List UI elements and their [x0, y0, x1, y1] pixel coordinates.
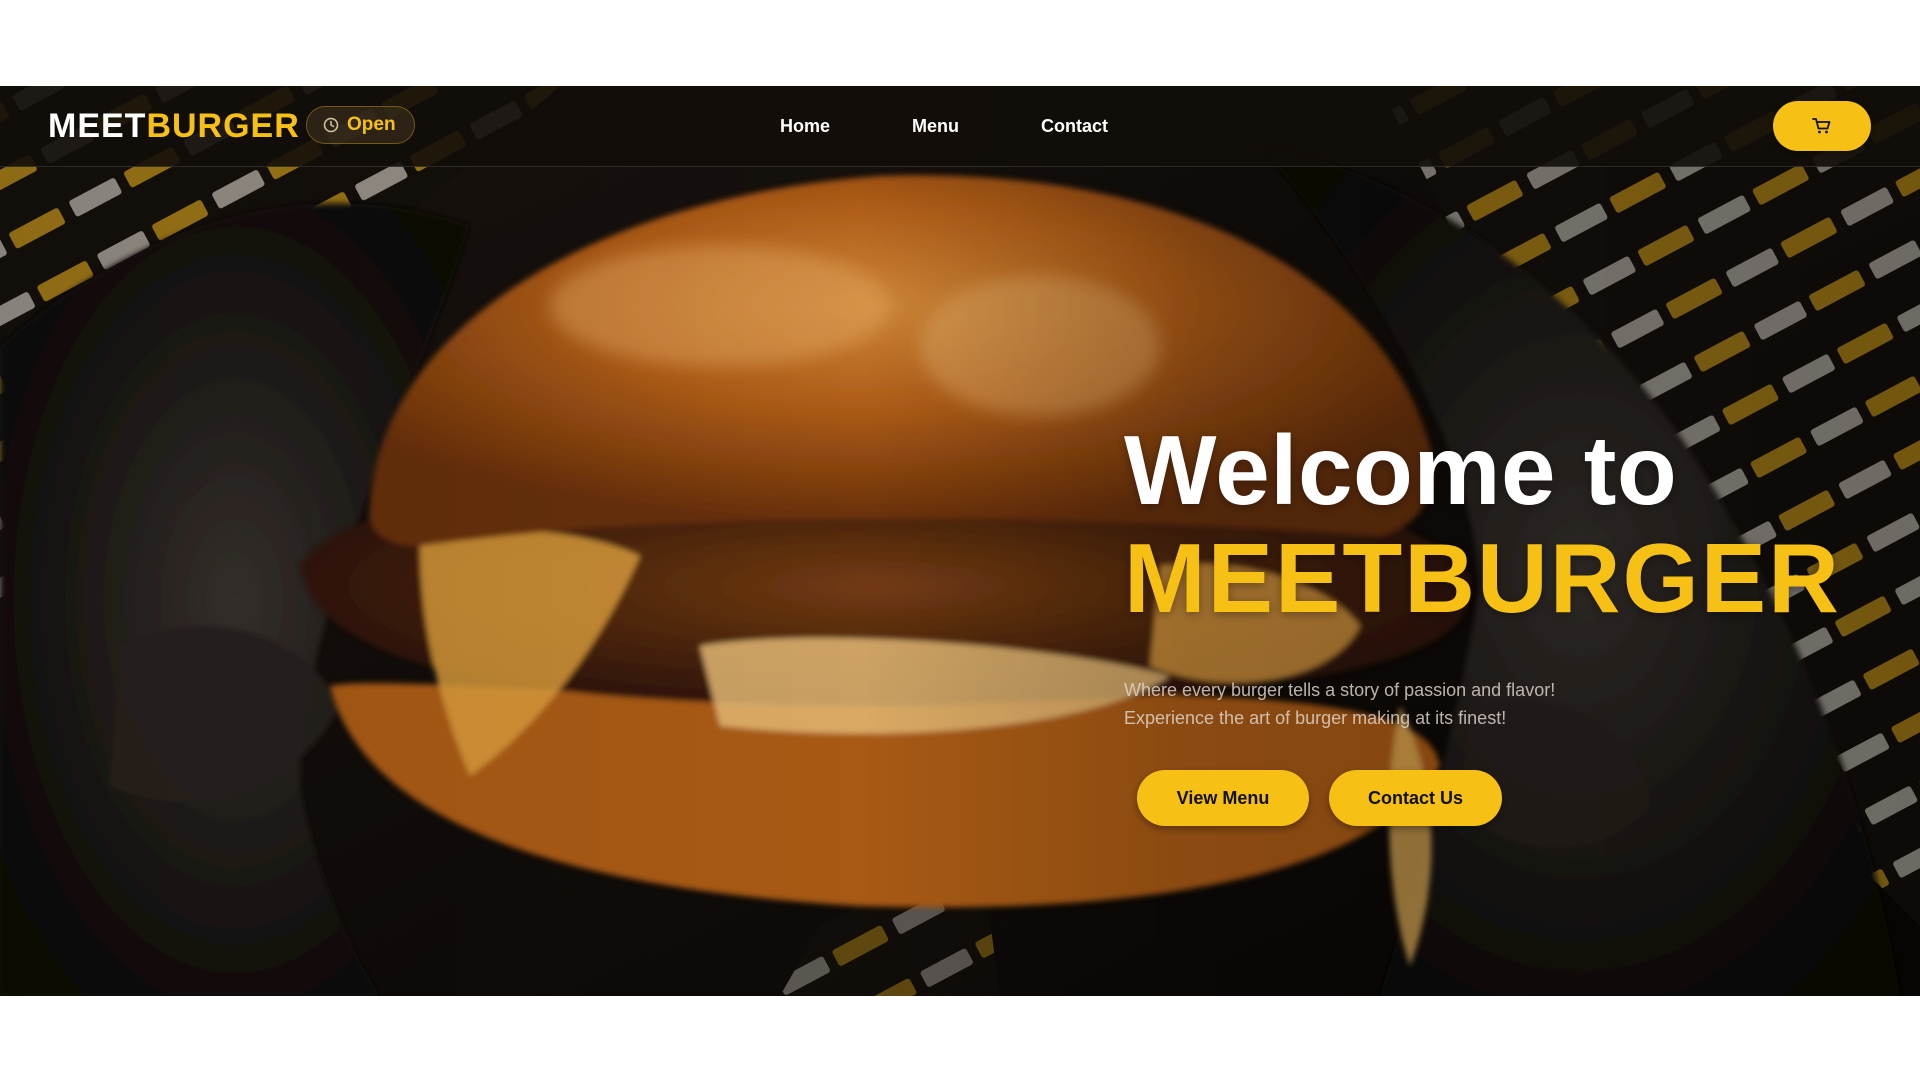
- cart-button[interactable]: [1773, 101, 1871, 151]
- nav-menu-link[interactable]: Menu: [912, 116, 959, 137]
- logo-text-burger: BURGER: [146, 107, 300, 145]
- hero-content: Welcome to MEETBURGER Where every burger…: [1124, 416, 1841, 826]
- view-menu-button[interactable]: View Menu: [1137, 770, 1309, 826]
- hero-brand-title: MEETBURGER: [1124, 523, 1841, 633]
- hero-tagline: Where every burger tells a story of pass…: [1124, 676, 1841, 732]
- clock-icon: [323, 117, 339, 133]
- logo-text-meet: MEET: [48, 107, 147, 145]
- logo[interactable]: MEETBURGER: [48, 106, 300, 146]
- contact-us-button[interactable]: Contact Us: [1329, 770, 1502, 826]
- hero-welcome-heading: Welcome to: [1124, 415, 1678, 525]
- open-status-label: Open: [347, 114, 396, 135]
- hero-tagline-line-1: Where every burger tells a story of pass…: [1124, 680, 1556, 700]
- top-navbar: MEETBURGER Open Home Menu Contact: [0, 86, 1920, 167]
- main-nav: Home Menu Contact: [780, 86, 1108, 166]
- hero-cta-row: View Menu Contact Us: [1137, 770, 1841, 826]
- shopping-cart-icon: [1812, 118, 1831, 134]
- open-status-badge: Open: [306, 106, 415, 144]
- hero-section: MEETBURGER Open Home Menu Contact Welcom…: [0, 86, 1920, 996]
- hero-tagline-line-2: Experience the art of burger making at i…: [1124, 708, 1507, 728]
- nav-home-link[interactable]: Home: [780, 116, 830, 137]
- nav-contact-link[interactable]: Contact: [1041, 116, 1108, 137]
